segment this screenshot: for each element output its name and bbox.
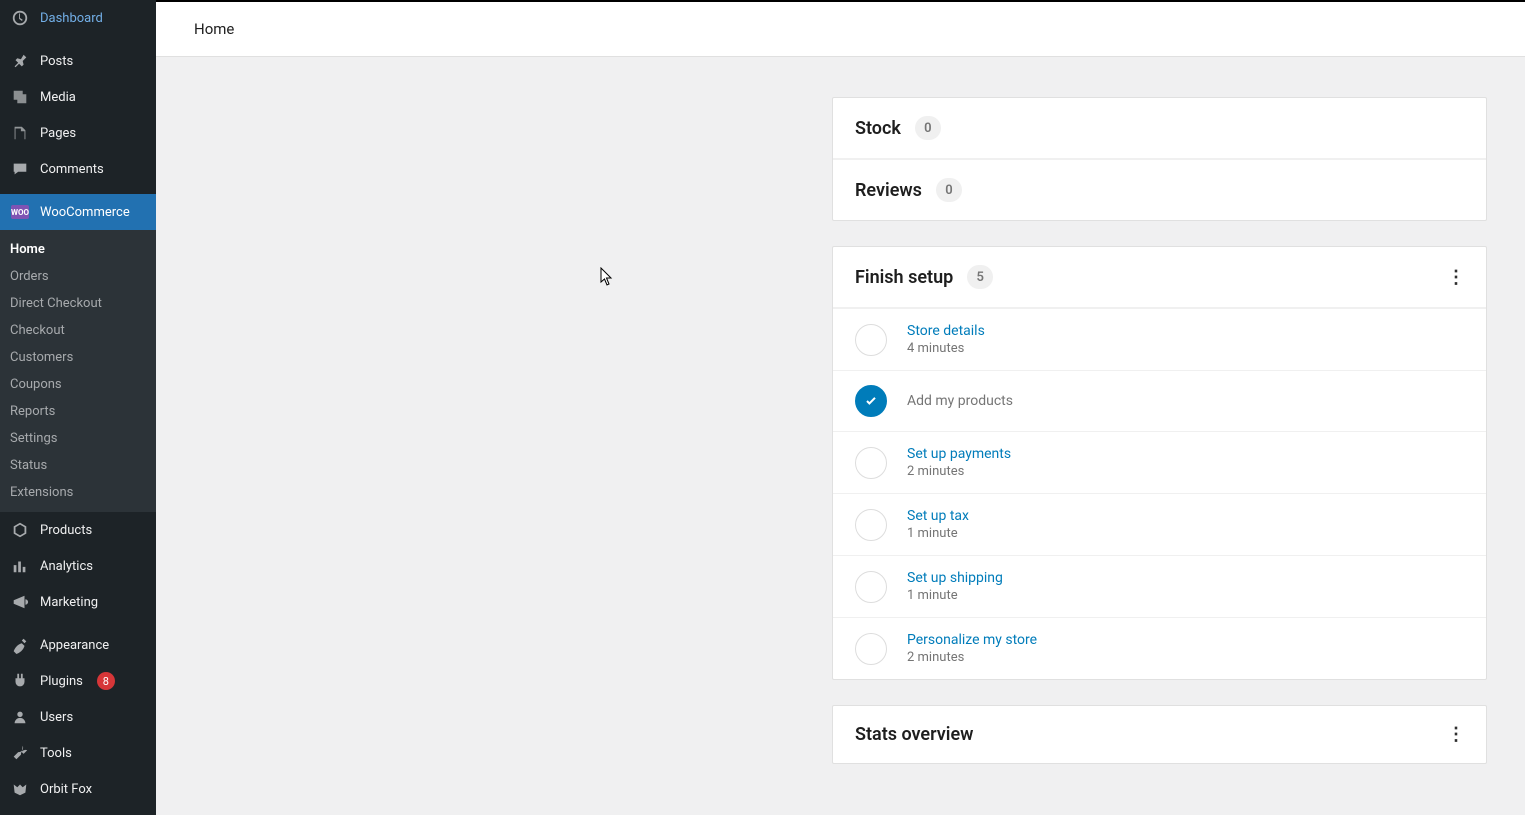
task-set-up-shipping[interactable]: Set up shipping 1 minute [833,555,1486,617]
sidebar-item-users[interactable]: Users [0,699,156,735]
submenu-item-home[interactable]: Home [0,236,156,263]
submenu-item-customers[interactable]: Customers [0,344,156,371]
task-status-circle [855,509,887,541]
woocommerce-icon: WOO [10,202,30,222]
sidebar-item-orbit-fox[interactable]: Orbit Fox [0,771,156,807]
users-icon [10,707,30,727]
sidebar-label: Dashboard [40,11,103,26]
stock-panel-header[interactable]: Stock 0 [833,98,1486,159]
sidebar-item-plugins[interactable]: Plugins 8 [0,663,156,699]
finish-setup-title: Finish setup [855,267,953,288]
admin-sidebar: Dashboard Posts Media Pages Comments WOO… [0,0,156,815]
task-time: 2 minutes [907,464,1011,479]
woocommerce-submenu: Home Orders Direct Checkout Checkout Cus… [0,230,156,512]
sidebar-item-pages[interactable]: Pages [0,115,156,151]
sidebar-item-tools[interactable]: Tools [0,735,156,771]
sidebar-label: WooCommerce [40,205,130,220]
task-personalize-store[interactable]: Personalize my store 2 minutes [833,617,1486,679]
sidebar-label: Posts [40,54,73,69]
dashboard-icon [10,8,30,28]
products-icon [10,520,30,540]
plugins-icon [10,671,30,691]
sidebar-item-media[interactable]: Media [0,79,156,115]
content-area: Home Stock 0 Reviews 0 [156,2,1525,815]
task-title: Personalize my store [907,632,1037,648]
task-time: 1 minute [907,588,1003,603]
sidebar-label: Analytics [40,559,93,574]
task-status-circle-done [855,385,887,417]
sidebar-label: Marketing [40,595,98,610]
task-title: Set up payments [907,446,1011,462]
sidebar-label: Orbit Fox [40,782,92,797]
kebab-menu-icon[interactable]: ⋮ [1447,267,1464,288]
stock-title: Stock [855,118,901,139]
stats-title: Stats overview [855,724,973,745]
sidebar-label: Appearance [40,638,109,653]
task-title: Add my products [907,393,1013,409]
task-add-products[interactable]: Add my products [833,370,1486,431]
sidebar-label: Tools [40,746,72,761]
sidebar-item-dashboard[interactable]: Dashboard [0,0,156,36]
reviews-count-badge: 0 [936,178,962,202]
analytics-icon [10,556,30,576]
reviews-title: Reviews [855,180,922,201]
submenu-item-checkout[interactable]: Checkout [0,317,156,344]
task-time: 1 minute [907,526,969,541]
page-title: Home [194,20,234,38]
comments-icon [10,159,30,179]
task-time: 4 minutes [907,341,985,356]
task-status-circle [855,447,887,479]
sidebar-item-products[interactable]: Products [0,512,156,548]
plugins-update-badge: 8 [97,672,115,690]
sidebar-label: Media [40,90,76,105]
sidebar-label: Pages [40,126,76,141]
stock-count-badge: 0 [915,116,941,140]
submenu-item-extensions[interactable]: Extensions [0,479,156,506]
orbit-fox-icon [10,779,30,799]
submenu-item-status[interactable]: Status [0,452,156,479]
task-title: Set up shipping [907,570,1003,586]
check-icon [863,393,879,409]
task-set-up-tax[interactable]: Set up tax 1 minute [833,493,1486,555]
sidebar-item-analytics[interactable]: Analytics [0,548,156,584]
sidebar-item-posts[interactable]: Posts [0,43,156,79]
sidebar-label: Products [40,523,92,538]
sidebar-label: Plugins [40,674,83,689]
submenu-item-orders[interactable]: Orders [0,263,156,290]
sidebar-label: Users [40,710,73,725]
appearance-icon [10,635,30,655]
activity-card: Stock 0 Reviews 0 [832,97,1487,221]
task-title: Set up tax [907,508,969,524]
tools-icon [10,743,30,763]
task-set-up-payments[interactable]: Set up payments 2 minutes [833,431,1486,493]
task-time: 2 minutes [907,650,1037,665]
pages-icon [10,123,30,143]
task-status-circle [855,571,887,603]
sidebar-item-marketing[interactable]: Marketing [0,584,156,620]
sidebar-item-appearance[interactable]: Appearance [0,627,156,663]
finish-setup-card: Finish setup 5 ⋮ Store details 4 minutes [832,246,1487,680]
page-header: Home [156,2,1525,57]
sidebar-item-comments[interactable]: Comments [0,151,156,187]
submenu-item-coupons[interactable]: Coupons [0,371,156,398]
task-status-circle [855,324,887,356]
pin-icon [10,51,30,71]
task-store-details[interactable]: Store details 4 minutes [833,308,1486,370]
kebab-menu-icon[interactable]: ⋮ [1447,724,1464,745]
reviews-panel-header[interactable]: Reviews 0 [833,159,1486,220]
sidebar-label: Comments [40,162,104,177]
sidebar-item-woocommerce[interactable]: WOO WooCommerce [0,194,156,230]
marketing-icon [10,592,30,612]
submenu-item-settings[interactable]: Settings [0,425,156,452]
submenu-item-reports[interactable]: Reports [0,398,156,425]
task-title: Store details [907,323,985,339]
stats-overview-card: Stats overview ⋮ [832,705,1487,764]
media-icon [10,87,30,107]
finish-setup-count-badge: 5 [967,265,993,289]
submenu-item-direct-checkout[interactable]: Direct Checkout [0,290,156,317]
task-status-circle [855,633,887,665]
